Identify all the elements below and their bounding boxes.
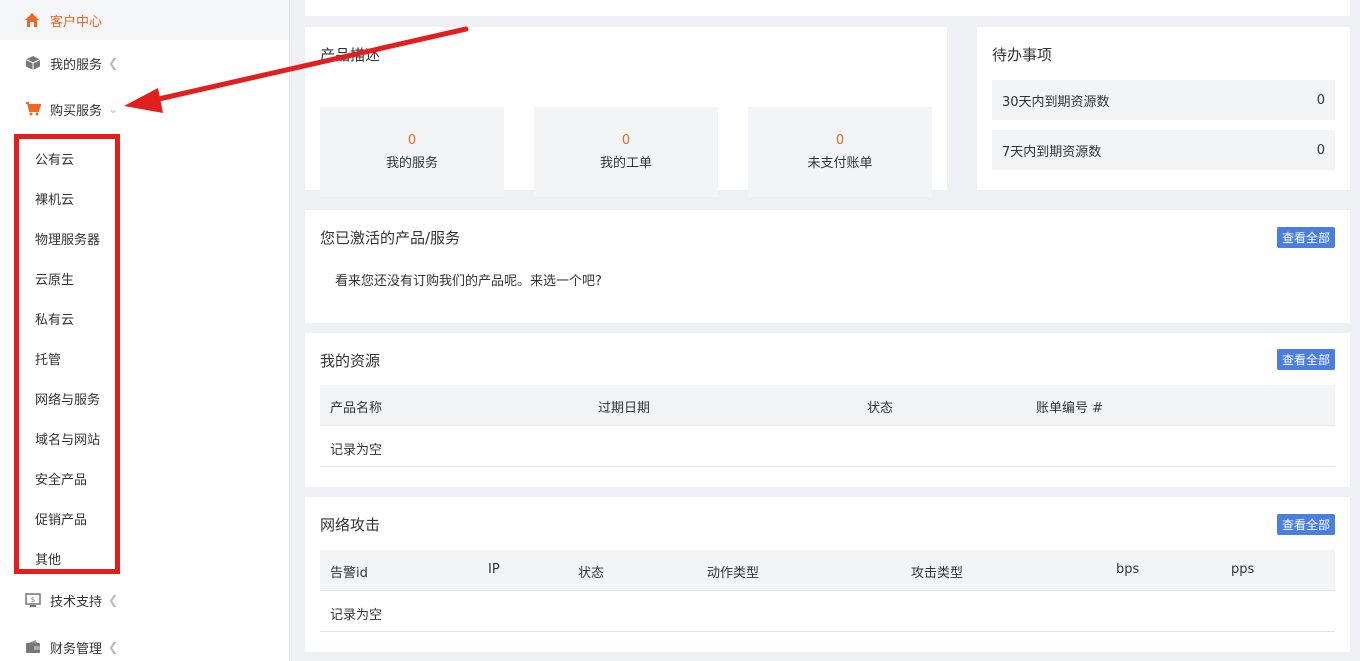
col-invoice-number[interactable]: 账单编号 # <box>1036 397 1103 416</box>
stat-value: 0 <box>621 133 631 148</box>
sidebar: 客户中心 我的服务 ❮ 购买服务 ⌄ 公有云 裸机云 物理服务器 云原生 私有云… <box>0 0 290 661</box>
todo-row-7days[interactable]: 7天内到期资源数 0 <box>992 130 1335 170</box>
resources-card: 我的资源 查看全部 产品名称 过期日期 状态 账单编号 # 记录为空 <box>305 333 1350 487</box>
todo-value: 0 <box>1316 142 1325 158</box>
stat-my-tickets[interactable]: 0 我的工单 <box>534 107 718 197</box>
buy-services-submenu: 公有云 裸机云 物理服务器 云原生 私有云 托管 网络与服务 域名与网站 安全产… <box>14 134 120 574</box>
submenu-item-hosting[interactable]: 托管 <box>19 338 115 378</box>
todo-value: 0 <box>1316 92 1325 108</box>
todo-row-30days[interactable]: 30天内到期资源数 0 <box>992 80 1335 120</box>
chevron-left-icon: ❮ <box>108 56 119 70</box>
chevron-down-icon: ⌄ <box>108 102 119 116</box>
todo-title: 待办事项 <box>992 46 1053 64</box>
activated-empty-text: 看来您还没有订购我们的产品呢。来选一个吧? <box>335 274 602 289</box>
col-ip[interactable]: IP <box>488 562 500 577</box>
col-product-name[interactable]: 产品名称 <box>330 397 382 416</box>
chevron-left-icon: ❮ <box>108 640 119 654</box>
empty-text: 记录为空 <box>330 608 383 623</box>
col-expiry-date[interactable]: 过期日期 <box>598 397 650 416</box>
nav-finance[interactable]: 财务管理 ❮ <box>0 624 289 661</box>
nav-tech-support[interactable]: $ 技术支持 ❮ <box>0 577 289 623</box>
resources-title: 我的资源 <box>320 352 381 370</box>
resources-table-header: 产品名称 过期日期 状态 账单编号 # <box>320 385 1335 426</box>
activated-card: 您已激活的产品/服务 查看全部 看来您还没有订购我们的产品呢。来选一个吧? <box>305 210 1350 323</box>
col-pps[interactable]: pps <box>1231 562 1254 577</box>
submenu-item-cloud-native[interactable]: 云原生 <box>19 258 115 298</box>
product-desc-card: 产品描述 0 我的服务 0 我的工单 0 未支付账单 <box>305 27 947 197</box>
box-icon <box>24 54 42 72</box>
todo-card: 待办事项 30天内到期资源数 0 7天内到期资源数 0 <box>977 27 1350 190</box>
submenu-item-domain-website[interactable]: 域名与网站 <box>19 418 115 458</box>
view-all-button[interactable]: 查看全部 <box>1276 349 1335 370</box>
submenu-item-physical-server[interactable]: 物理服务器 <box>19 218 115 258</box>
nav-customer-center-label: 客户中心 <box>50 14 103 30</box>
col-bps[interactable]: bps <box>1116 562 1139 577</box>
attacks-title: 网络攻击 <box>320 516 381 534</box>
stat-value: 0 <box>407 133 417 148</box>
activated-title: 您已激活的产品/服务 <box>320 229 461 247</box>
home-icon <box>24 12 40 28</box>
monitor-icon: $ <box>24 591 42 609</box>
table-row: 记录为空 <box>320 426 1335 467</box>
table-row: 记录为空 <box>320 591 1335 632</box>
nav-buy-services[interactable]: 购买服务 ⌄ <box>0 86 289 132</box>
nav-my-services[interactable]: 我的服务 ❮ <box>0 40 289 86</box>
view-all-button[interactable]: 查看全部 <box>1276 514 1335 535</box>
submenu-item-network-services[interactable]: 网络与服务 <box>19 378 115 418</box>
nav-buy-services-label: 购买服务 <box>50 103 103 119</box>
submenu-item-bare-metal-cloud[interactable]: 裸机云 <box>19 178 115 218</box>
stat-unpaid-bills[interactable]: 0 未支付账单 <box>748 107 932 197</box>
stat-label: 我的服务 <box>385 156 438 171</box>
stat-value: 0 <box>835 133 845 148</box>
nav-tech-support-label: 技术支持 <box>50 594 103 610</box>
empty-text: 记录为空 <box>330 443 383 458</box>
stat-label: 未支付账单 <box>807 156 873 171</box>
col-attack-type[interactable]: 攻击类型 <box>911 562 963 581</box>
submenu-item-private-cloud[interactable]: 私有云 <box>19 298 115 338</box>
nav-my-services-label: 我的服务 <box>50 57 103 73</box>
submenu-item-promotions[interactable]: 促销产品 <box>19 498 115 538</box>
attacks-card: 网络攻击 查看全部 告警id IP 状态 动作类型 攻击类型 bps pps 记… <box>305 497 1350 652</box>
attacks-table-header: 告警id IP 状态 动作类型 攻击类型 bps pps <box>320 550 1335 591</box>
chevron-left-icon: ❮ <box>108 593 119 607</box>
view-all-button[interactable]: 查看全部 <box>1276 227 1335 248</box>
todo-label: 30天内到期资源数 <box>1002 94 1110 110</box>
submenu-item-other[interactable]: 其他 <box>19 538 115 578</box>
col-status[interactable]: 状态 <box>867 397 893 416</box>
col-alert-id[interactable]: 告警id <box>330 562 368 581</box>
todo-label: 7天内到期资源数 <box>1002 144 1102 160</box>
submenu-item-security-products[interactable]: 安全产品 <box>19 458 115 498</box>
col-action-type[interactable]: 动作类型 <box>707 562 759 581</box>
product-desc-title: 产品描述 <box>320 46 381 64</box>
nav-customer-center[interactable]: 客户中心 <box>0 0 289 40</box>
stat-label: 我的工单 <box>599 156 652 171</box>
cart-icon <box>24 100 42 118</box>
wallet-icon <box>24 638 42 656</box>
nav-finance-label: 财务管理 <box>50 641 103 657</box>
submenu-item-public-cloud[interactable]: 公有云 <box>19 138 115 178</box>
svg-text:$: $ <box>31 596 35 604</box>
top-bar-card <box>305 0 1350 16</box>
stat-my-services[interactable]: 0 我的服务 <box>320 107 504 197</box>
col-status[interactable]: 状态 <box>578 562 604 581</box>
